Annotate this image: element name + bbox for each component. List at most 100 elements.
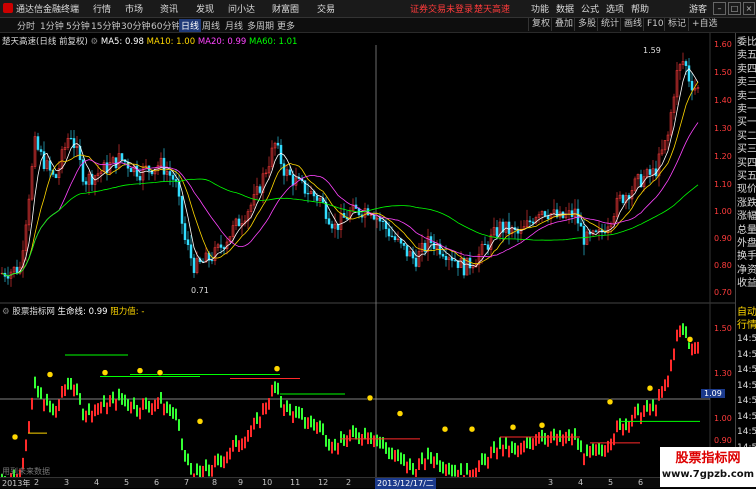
quote-field-label: 换手	[737, 251, 756, 263]
signal-marker	[136, 367, 144, 374]
kline-chart[interactable]	[0, 33, 735, 477]
candle-body	[72, 138, 76, 149]
quote-side-panel[interactable]: 委比 卖五 卖四 卖三 卖二 卖一 买一 买二 买三 买四 买五 现价 涨跌 涨幅 总量 外盘 换手 净资 收益 自动…	[735, 33, 756, 477]
menu-function[interactable]: 功能	[531, 2, 549, 15]
candle-body	[279, 144, 283, 164]
menu-item-market[interactable]: 市场	[125, 2, 143, 15]
period-60min[interactable]: 60分钟	[151, 19, 180, 32]
menu-item-ask[interactable]: 问小达	[228, 2, 255, 15]
candle-body	[462, 258, 466, 276]
candle-body	[192, 257, 196, 273]
tick-time-label: 行情	[737, 320, 756, 331]
axis-label: 1.40	[714, 96, 732, 105]
tick-time-label: 14:50	[737, 365, 756, 375]
quote-field-label: 委比	[737, 37, 756, 48]
quote-field-label: 收益	[737, 278, 756, 290]
candle-body	[138, 176, 142, 181]
maximize-icon[interactable]: □	[728, 2, 741, 15]
axis-label: 1.20	[714, 152, 732, 161]
candle-body	[390, 235, 394, 237]
menu-item-discover[interactable]: 发现	[196, 2, 214, 15]
candle-body	[570, 210, 574, 217]
period-30min[interactable]: 30分钟	[121, 19, 150, 32]
ma60-value: MA60: 1.01	[248, 37, 298, 47]
guest-label[interactable]: 游客	[689, 2, 707, 15]
indicator-info-bar: ⚙ 股票指标网 生命线: 0.99 阻力值: -	[2, 305, 144, 317]
tick-time-label: 14:50	[737, 427, 756, 437]
candle-body	[387, 228, 391, 237]
candle-body	[453, 260, 457, 262]
menu-formula[interactable]: 公式	[581, 2, 599, 15]
login-alert[interactable]: 证券交易未登录	[410, 2, 473, 15]
menu-options[interactable]: 选项	[606, 2, 624, 15]
period-timeshare[interactable]: 分时	[17, 19, 35, 32]
date-tick: 2	[34, 478, 40, 487]
multi-stock-button[interactable]: 多股	[574, 18, 599, 31]
stats-button[interactable]: 统计	[597, 18, 622, 31]
candle-body	[171, 175, 175, 180]
candle-body	[54, 174, 58, 179]
candle-body	[276, 142, 280, 146]
period-multi[interactable]: 多周期	[247, 19, 274, 32]
axis-label: 1.50	[714, 68, 732, 77]
date-tick: 3	[548, 478, 554, 487]
period-daily[interactable]: 日线	[179, 19, 202, 32]
menu-item-trade[interactable]: 交易	[317, 2, 335, 15]
close-icon[interactable]: ×	[743, 2, 755, 15]
moving-average-lines	[1, 68, 699, 277]
indicator-series	[1, 323, 700, 477]
candle-body	[183, 223, 187, 240]
period-1min[interactable]: 1分钟	[40, 19, 64, 32]
date-tick: 2	[346, 478, 352, 487]
year-label: 2013年	[2, 479, 31, 488]
indicator-settings-icon[interactable]: ⚙	[2, 307, 10, 317]
period-more[interactable]: 更多	[277, 19, 295, 32]
axis-label: 0.70	[714, 288, 732, 297]
app-logo-icon	[3, 3, 13, 13]
adjust-button[interactable]: 复权	[528, 18, 553, 31]
chart-grid	[0, 33, 735, 477]
period-5min[interactable]: 5分钟	[66, 19, 90, 32]
tick-time-label: 自动	[737, 307, 756, 318]
axis-label: 1.30	[714, 369, 732, 378]
candle-body	[258, 186, 262, 193]
candle-body	[120, 153, 124, 160]
date-tick: 10	[262, 478, 273, 487]
period-15min[interactable]: 15分钟	[91, 19, 120, 32]
candle-body	[483, 243, 487, 246]
candle-body	[36, 136, 40, 150]
period-monthly[interactable]: 月线	[225, 19, 243, 32]
menu-item-quotes[interactable]: 行情	[93, 2, 111, 15]
axis-label: 1.50	[714, 324, 732, 333]
quote-field-label: 现价	[737, 184, 756, 196]
stock-name-alert: 楚天高速	[474, 5, 511, 15]
resistance-value: 阻力值: -	[110, 307, 145, 317]
period-weekly[interactable]: 周线	[202, 19, 220, 32]
candle-body	[507, 221, 511, 234]
axis-label: 1.30	[714, 124, 732, 133]
ma5-line	[1, 68, 699, 277]
app-title: 通达信金融终端	[16, 5, 80, 15]
signal-marker	[538, 422, 546, 429]
minimize-icon[interactable]: –	[713, 2, 726, 15]
quote-field-label: 涨跌	[737, 197, 756, 209]
settings-icon[interactable]: ⚙	[91, 37, 99, 47]
menu-item-wealth[interactable]: 财富圈	[272, 2, 299, 15]
selected-date: 2013/12/17/二	[375, 478, 436, 489]
menu-data[interactable]: 数据	[556, 2, 574, 15]
add-watchlist-button[interactable]: +自选	[688, 18, 721, 31]
date-tick: 6	[154, 478, 160, 487]
candle-body	[39, 149, 43, 152]
candle-body	[582, 226, 586, 245]
draw-line-button[interactable]: 画线	[620, 18, 645, 31]
menu-item-news[interactable]: 资讯	[160, 2, 178, 15]
date-tick: 4	[578, 478, 584, 487]
candle-body	[315, 195, 319, 201]
axis-label: 1.60	[714, 40, 732, 49]
menu-help[interactable]: 帮助	[631, 2, 649, 15]
candle-body	[330, 223, 334, 229]
signal-marker	[606, 398, 614, 406]
overlay-button[interactable]: 叠加	[551, 18, 576, 31]
mark-button[interactable]: 标记	[664, 18, 689, 31]
candle-body	[210, 260, 214, 262]
